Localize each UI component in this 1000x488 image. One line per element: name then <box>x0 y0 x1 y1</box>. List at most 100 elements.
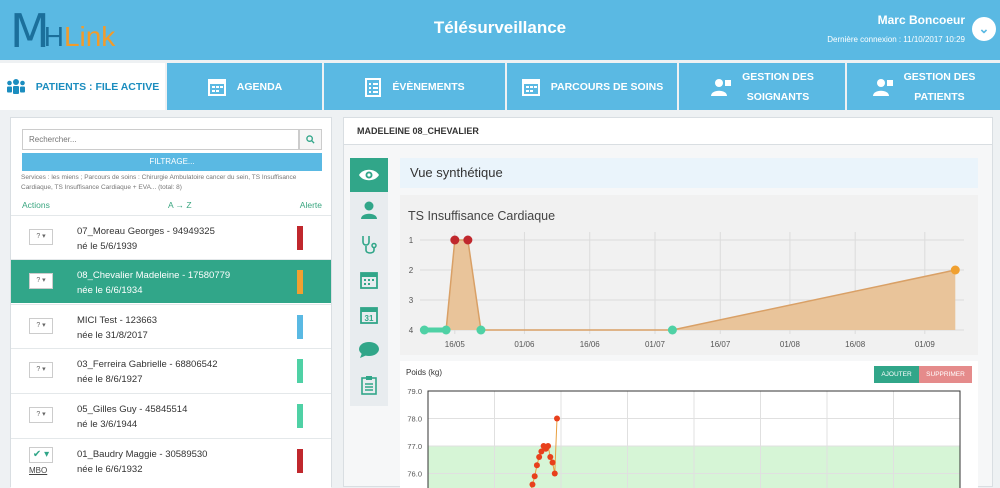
patient-action-dropdown[interactable]: ? ▾ <box>29 318 53 334</box>
weight-y-tick: 78.0 <box>407 415 422 424</box>
patient-row[interactable]: ? ▾ 05_Gilles Guy - 45845514 né le 3/6/1… <box>11 393 331 437</box>
list-column-headers: Actions A → Z Alerte <box>11 200 331 214</box>
tab-gestion-soignants[interactable]: Gestion des soignants <box>679 63 845 110</box>
weight-y-tick: 77.0 <box>407 442 422 451</box>
svg-text:31: 31 <box>365 314 374 323</box>
weight-y-tick: 76.0 <box>407 470 422 479</box>
app-logo[interactable]: M H Link <box>10 6 115 54</box>
person-icon[interactable] <box>350 193 388 227</box>
search-input[interactable] <box>22 129 299 150</box>
user-icon <box>872 77 894 97</box>
patient-row[interactable]: ? ▾ MICI Test - 123663 née le 31/8/2017 <box>11 304 331 348</box>
patient-mbo-link[interactable]: MBO <box>29 466 47 475</box>
patient-name: 03_Ferreira Gabrielle - 68806542 <box>77 359 217 370</box>
ts-chart-panel: TS Insuffisance Cardiaque 16/0501/0616/0… <box>400 195 978 355</box>
ts-point <box>450 236 459 245</box>
calendar-icon[interactable] <box>350 263 388 297</box>
tab-gestion-soignants-label: Gestion des soignants <box>742 67 814 107</box>
alert-indicator <box>297 226 303 250</box>
patient-row-selected[interactable]: ? ▾ 08_Chevalier Madeleine - 17580779 né… <box>11 259 331 303</box>
ts-point <box>476 326 485 335</box>
logo-m: M <box>10 8 48 54</box>
patient-name: MICI Test - 123663 <box>77 315 157 326</box>
eye-icon[interactable] <box>350 158 388 192</box>
tab-gestion-soignants-line2: soignants <box>747 91 809 103</box>
user-name[interactable]: Marc Boncoeur <box>878 13 965 27</box>
tab-parcours[interactable]: Parcours de soins <box>507 63 677 110</box>
ts-x-tick: 16/07 <box>710 340 731 349</box>
patient-action-dropdown[interactable]: ? ▾ <box>29 362 53 378</box>
weight-point <box>554 416 560 422</box>
patient-dob: née le 31/8/2017 <box>77 330 148 341</box>
synthetic-view-title: Vue synthétique <box>400 158 978 188</box>
ts-x-tick: 16/05 <box>445 340 466 349</box>
detail-side-nav: 31 <box>350 158 388 406</box>
tab-gestion-patients-line2: patients <box>914 91 964 103</box>
tab-patients-label: Patients : file active <box>36 77 159 97</box>
patient-dob: né le 5/6/1939 <box>77 241 137 252</box>
chevron-down-icon[interactable]: ⌄ <box>972 17 996 41</box>
user-icon <box>710 77 732 97</box>
patient-action-dropdown[interactable]: ? ▾ <box>29 407 53 423</box>
patient-name: 07_Moreau Georges - 94949325 <box>77 226 215 237</box>
ts-point <box>668 326 677 335</box>
filter-button[interactable]: FILTRAGE... <box>22 153 322 171</box>
chat-bubble-icon[interactable] <box>350 333 388 367</box>
patient-row[interactable]: ? ▾ 07_Moreau Georges - 94949325 né le 5… <box>11 215 331 259</box>
ts-point <box>951 266 960 275</box>
patient-header: MADELEINE 08_CHEVALIER <box>344 118 992 145</box>
tab-evenements-label: Évènements <box>392 77 464 97</box>
patient-name: 08_Chevalier Madeleine - 17580779 <box>77 270 230 281</box>
search-icon[interactable] <box>299 129 322 150</box>
patient-dob: né le 3/6/1944 <box>77 419 137 430</box>
calendar-icon <box>521 77 541 97</box>
weight-point <box>534 462 540 468</box>
ts-point <box>420 326 429 335</box>
patient-dob: née le 8/6/1927 <box>77 374 143 385</box>
patient-row[interactable]: ? ▾ 03_Ferreira Gabrielle - 68806542 née… <box>11 348 331 392</box>
ts-y-tick: 1 <box>409 236 414 245</box>
tab-gestion-patients-line1: Gestion des <box>904 71 976 83</box>
weight-point <box>550 460 556 466</box>
ts-x-tick: 01/06 <box>514 340 535 349</box>
patients-icon <box>6 78 26 96</box>
tab-gestion-patients[interactable]: Gestion des patients <box>847 63 1000 110</box>
ts-chart: 16/0501/0616/0601/0716/0701/0816/0801/09… <box>400 195 978 355</box>
list-icon <box>364 77 382 97</box>
col-alert: Alerte <box>300 200 322 210</box>
alert-indicator <box>297 449 303 473</box>
weight-point <box>536 454 542 460</box>
calendar-31-icon[interactable]: 31 <box>350 298 388 332</box>
patient-action-dropdown[interactable]: ? ▾ <box>29 273 53 289</box>
alert-indicator <box>297 359 303 383</box>
last-connection: Dernière connexion : 11/10/2017 10:29 <box>827 35 965 44</box>
main-tabs: Patients : file active Agenda Évènements… <box>0 63 1000 110</box>
col-actions: Actions <box>22 200 50 210</box>
alert-indicator <box>297 315 303 339</box>
tab-parcours-label: Parcours de soins <box>551 77 663 97</box>
clipboard-icon[interactable] <box>350 368 388 402</box>
patient-action-dropdown[interactable]: ? ▾ <box>29 229 53 245</box>
weight-point <box>547 454 553 460</box>
ts-y-tick: 4 <box>409 326 414 335</box>
ts-x-tick: 01/08 <box>780 340 801 349</box>
tab-agenda[interactable]: Agenda <box>167 63 322 110</box>
sort-az-toggle[interactable]: A → Z <box>168 200 192 210</box>
ts-point <box>442 326 451 335</box>
ts-y-tick: 3 <box>409 296 414 305</box>
ts-x-tick: 01/09 <box>915 340 936 349</box>
tab-evenements[interactable]: Évènements <box>324 63 505 110</box>
tab-patients[interactable]: Patients : file active <box>0 63 165 110</box>
patient-name: 05_Gilles Guy - 45845514 <box>77 404 187 415</box>
filter-description: Services : les miens ; Parcours de soins… <box>21 173 311 193</box>
tab-gestion-soignants-line1: Gestion des <box>742 71 814 83</box>
weight-y-tick: 79.0 <box>407 387 422 396</box>
alert-indicator <box>297 404 303 428</box>
patient-action-dropdown[interactable]: ✔ ▾ <box>29 447 53 463</box>
weight-point <box>532 473 538 479</box>
patient-row[interactable]: ✔ ▾ MBO 01_Baudry Maggie - 30589530 née … <box>11 438 331 488</box>
logo-h: H <box>44 20 64 54</box>
ts-x-tick: 01/07 <box>645 340 666 349</box>
stethoscope-icon[interactable] <box>350 228 388 262</box>
patient-dob: née le 6/6/1932 <box>77 464 143 475</box>
